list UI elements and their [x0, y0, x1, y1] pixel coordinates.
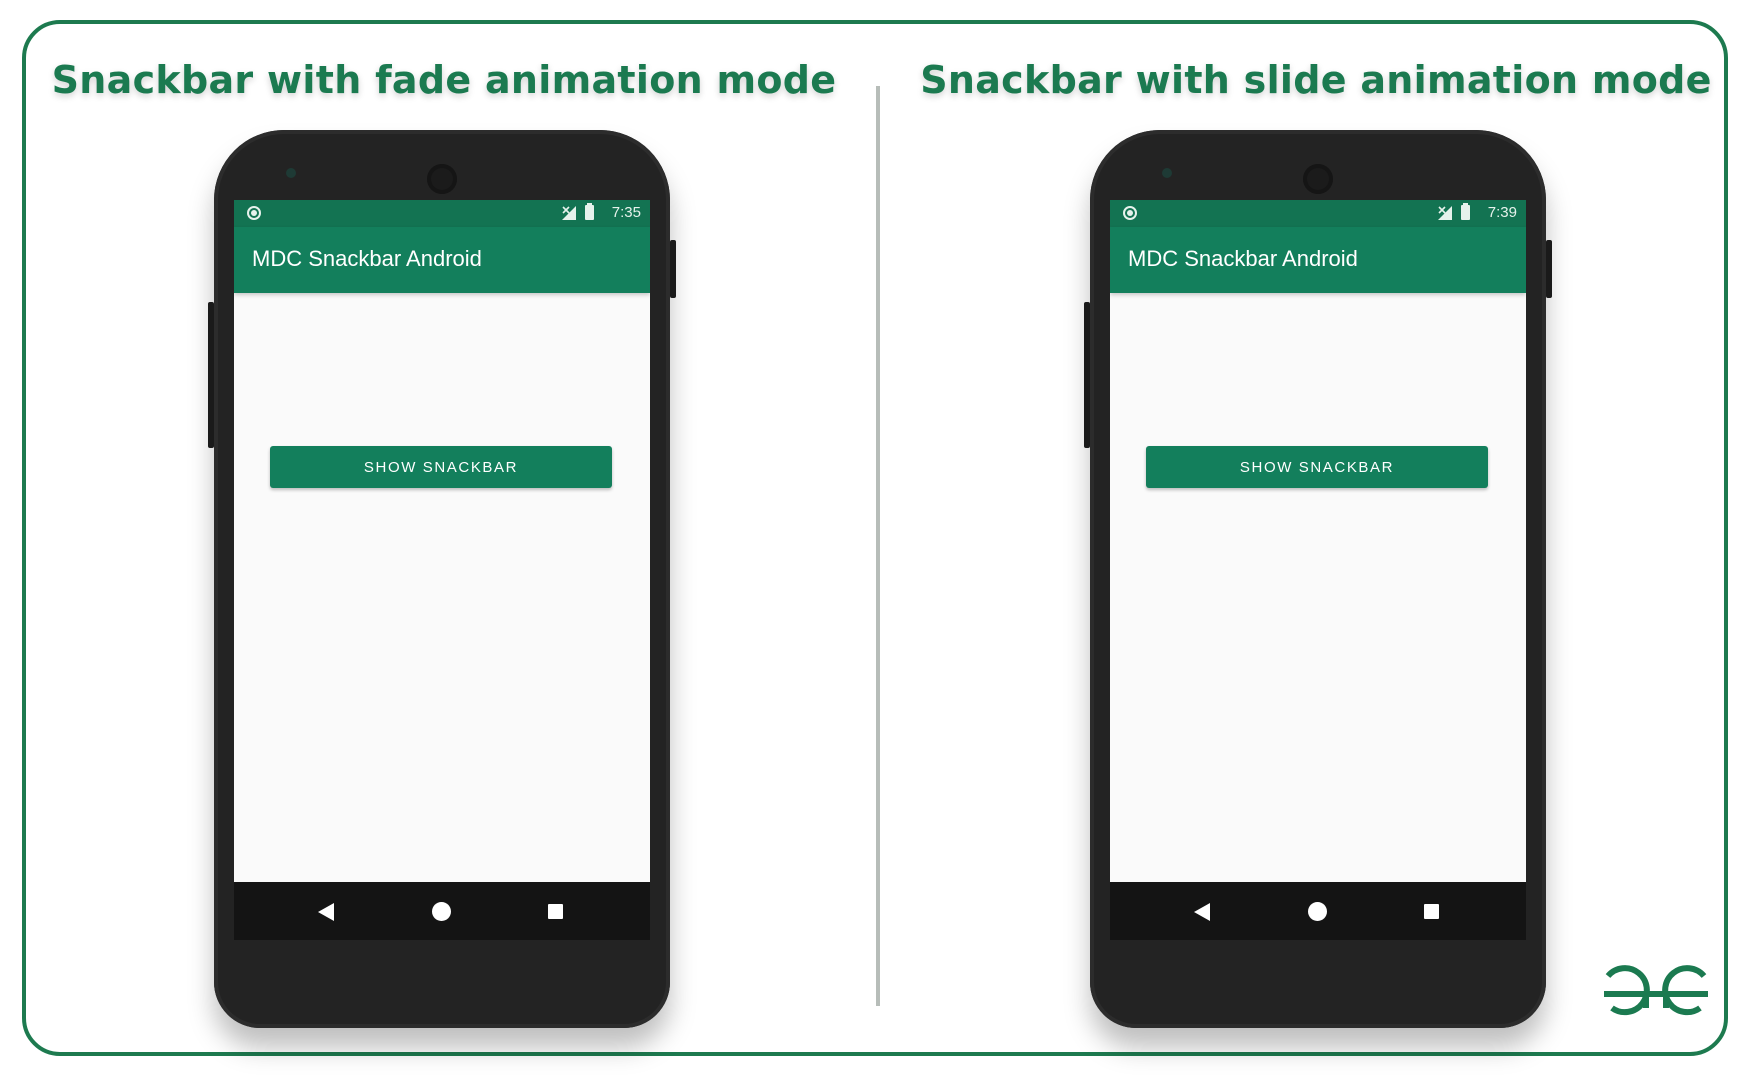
- back-icon[interactable]: [1194, 903, 1210, 921]
- no-signal-icon: [1438, 206, 1452, 220]
- status-bar: 7:35: [234, 200, 650, 227]
- power-button: [670, 240, 676, 298]
- notification-dot-icon: [247, 206, 261, 220]
- battery-icon: [1461, 203, 1470, 220]
- front-sensor: [286, 168, 296, 178]
- app-title: MDC Snackbar Android: [1128, 246, 1358, 271]
- front-camera: [1303, 164, 1333, 194]
- navigation-bar: [1110, 882, 1526, 940]
- back-icon[interactable]: [318, 903, 334, 921]
- phone-screen: 7:35 MDC Snackbar Android SHOW SNACKBAR: [234, 200, 650, 940]
- left-phone-device: 7:35 MDC Snackbar Android SHOW SNACKBAR: [208, 130, 676, 1028]
- status-bar: 7:39: [1110, 200, 1526, 227]
- geeksforgeeks-logo-icon: [1604, 965, 1708, 1016]
- show-snackbar-button-label: SHOW SNACKBAR: [1239, 458, 1395, 476]
- battery-icon: [585, 203, 594, 220]
- no-signal-icon: [562, 206, 576, 220]
- panel-divider: [876, 86, 880, 1006]
- home-icon[interactable]: [432, 902, 451, 921]
- right-panel-heading: Snackbar with slide animation mode: [920, 58, 1712, 102]
- navigation-bar: [234, 882, 650, 940]
- home-icon[interactable]: [1308, 902, 1327, 921]
- power-button: [1546, 240, 1552, 298]
- volume-button: [208, 302, 214, 448]
- phone-screen: 7:39 MDC Snackbar Android SHOW SNACKBAR: [1110, 200, 1526, 940]
- app-bar: MDC Snackbar Android: [234, 227, 650, 293]
- front-sensor: [1162, 168, 1172, 178]
- recents-icon[interactable]: [548, 904, 563, 919]
- front-camera: [427, 164, 457, 194]
- notification-dot-icon: [1123, 206, 1137, 220]
- show-snackbar-button[interactable]: SHOW SNACKBAR: [1146, 446, 1488, 488]
- app-title: MDC Snackbar Android: [252, 246, 482, 271]
- status-time: 7:35: [611, 204, 641, 221]
- recents-icon[interactable]: [1424, 904, 1439, 919]
- status-time: 7:39: [1487, 204, 1517, 221]
- show-snackbar-button-label: SHOW SNACKBAR: [363, 458, 519, 476]
- app-bar: MDC Snackbar Android: [1110, 227, 1526, 293]
- right-phone-device: 7:39 MDC Snackbar Android SHOW SNACKBAR: [1084, 130, 1552, 1028]
- left-panel-heading: Snackbar with fade animation mode: [51, 58, 837, 102]
- volume-button: [1084, 302, 1090, 448]
- show-snackbar-button[interactable]: SHOW SNACKBAR: [270, 446, 612, 488]
